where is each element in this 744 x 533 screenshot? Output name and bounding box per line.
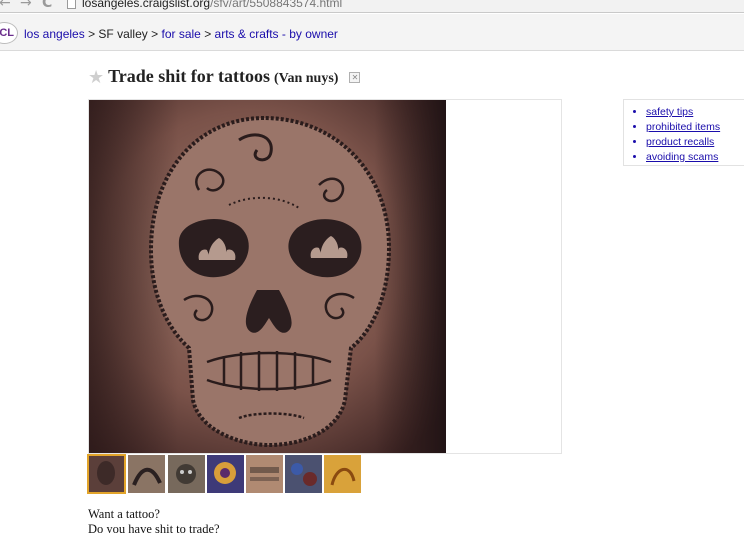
breadcrumb-separator: > (88, 27, 96, 41)
posting-title-row: ★ Trade shit for tattoos (Van nuys) ✕ (88, 66, 361, 88)
thumbnail[interactable] (285, 455, 322, 493)
posting-title: Trade shit for tattoos (108, 66, 270, 86)
breadcrumb-separator: > (151, 27, 159, 41)
breadcrumb-arts-crafts[interactable]: arts & crafts - by owner (215, 27, 338, 41)
list-item: avoiding scams (646, 150, 744, 165)
browser-toolbar: ← → C losangeles.craigslist.org/sfv/art/… (0, 0, 744, 13)
avoiding-scams-link[interactable]: avoiding scams (646, 151, 718, 163)
safety-tips-link[interactable]: safety tips (646, 106, 693, 118)
body-line: Do you have shit to trade? (88, 522, 220, 533)
tattoo-skull-photo (89, 100, 446, 453)
thumbnail[interactable] (87, 454, 126, 494)
back-arrow-icon[interactable]: ← (0, 0, 11, 11)
safety-sidebar: safety tips prohibited items product rec… (623, 99, 744, 166)
page-icon (67, 0, 76, 9)
body-line: Want a tattoo? (88, 507, 160, 521)
breadcrumb-separator: > (204, 27, 212, 41)
breadcrumb: los angeles > SF valley > for sale > art… (24, 27, 338, 41)
list-item: safety tips (646, 105, 744, 120)
posting-location: (Van nuys) (273, 71, 339, 86)
forward-arrow-icon[interactable]: → (20, 0, 32, 11)
product-recalls-link[interactable]: product recalls (646, 136, 714, 148)
breadcrumb-for-sale[interactable]: for sale (161, 27, 200, 41)
hide-posting-icon[interactable]: ✕ (349, 72, 361, 83)
craigslist-logo[interactable]: CL (0, 22, 18, 44)
breadcrumb-los-angeles[interactable]: los angeles (24, 27, 85, 41)
list-item: prohibited items (646, 120, 744, 135)
thumbnail[interactable] (128, 455, 165, 493)
list-item: product recalls (646, 135, 744, 150)
main-photo[interactable] (89, 100, 446, 453)
address-bar[interactable]: losangeles.craigslist.org/sfv/art/550884… (82, 0, 342, 10)
prohibited-items-link[interactable]: prohibited items (646, 121, 720, 133)
reload-icon[interactable]: C (42, 0, 52, 11)
breadcrumb-bar: CL los angeles > SF valley > for sale > … (0, 14, 744, 51)
thumbnail[interactable] (168, 455, 205, 493)
url-path: /sfv/art/5508843574.html (210, 0, 343, 10)
url-host: losangeles.craigslist.org (82, 0, 211, 10)
breadcrumb-sf-valley: SF valley (98, 27, 148, 41)
thumbnail[interactable] (324, 455, 361, 493)
posting-body: Want a tattoo? Do you have shit to trade… (88, 507, 220, 533)
favorite-star-icon[interactable]: ★ (88, 67, 104, 88)
thumbnail[interactable] (246, 455, 283, 493)
thumbnail[interactable] (207, 455, 244, 493)
